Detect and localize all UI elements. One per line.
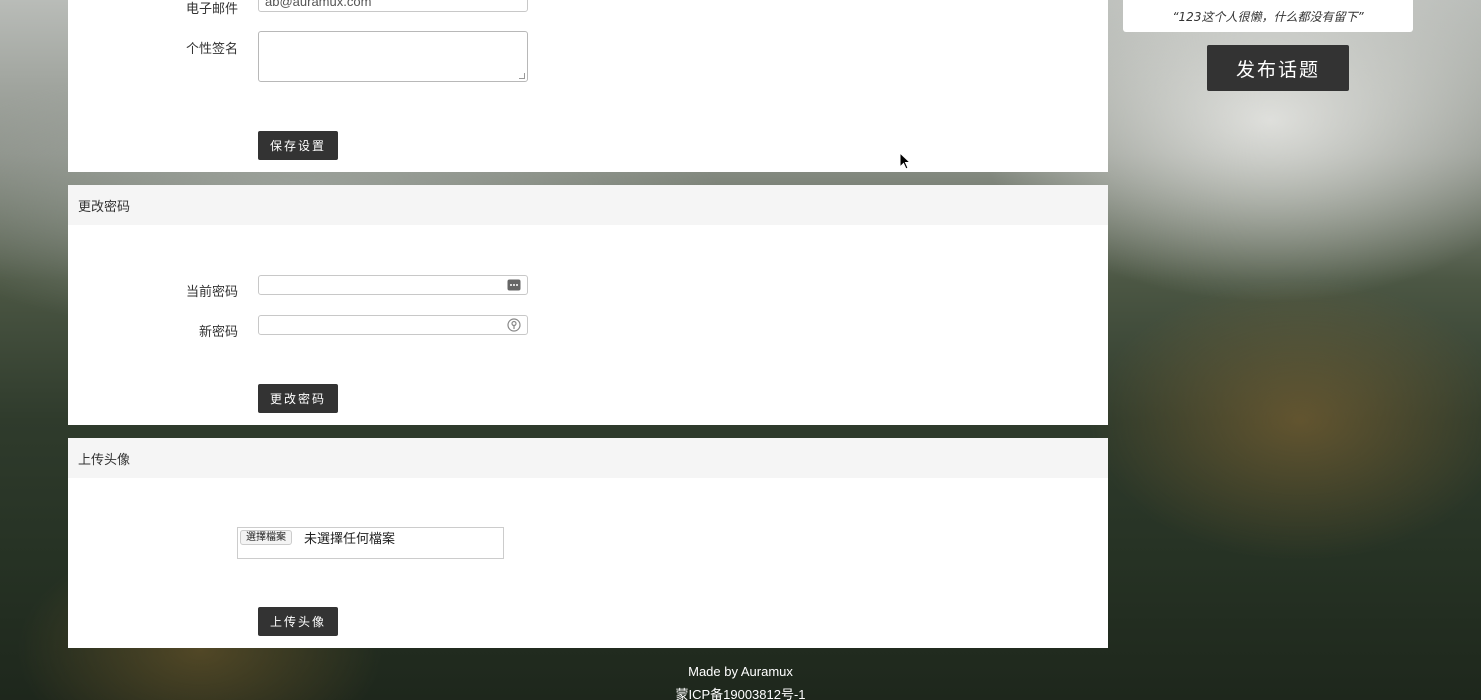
file-status-text: 未選擇任何檔案 <box>304 532 396 547</box>
change-password-panel: 更改密码 当前密码 新密码 更改密码 <box>68 185 1108 425</box>
new-password-label: 新密码 <box>198 325 238 340</box>
upload-avatar-button[interactable]: 上传头像 <box>258 607 339 636</box>
change-password-button[interactable]: 更改密码 <box>258 384 339 413</box>
mouse-cursor-icon <box>899 152 912 170</box>
signature-quote: “123这个人很懒，什么都没有留下” <box>1172 9 1364 24</box>
change-password-title: 更改密码 <box>78 199 131 215</box>
current-password-label: 当前密码 <box>185 285 238 300</box>
password-manager-icon[interactable] <box>507 278 521 292</box>
upload-avatar-panel: 上传头像 選擇檔案 未選擇任何檔案 上传头像 <box>68 438 1108 648</box>
profile-settings-panel: 电子邮件 ab@auramux.com 个性签名 保存设置 <box>68 0 1108 172</box>
email-label: 电子邮件 <box>185 2 238 17</box>
change-password-header: 更改密码 <box>68 185 1108 225</box>
choose-file-button[interactable]: 選擇檔案 <box>240 530 292 545</box>
signature-label: 个性签名 <box>185 42 238 57</box>
footer-icp[interactable]: 蒙ICP备19003812号-1 <box>0 684 1481 700</box>
new-password-field[interactable] <box>258 315 528 335</box>
save-settings-button[interactable]: 保存设置 <box>258 131 339 160</box>
resize-grip-icon[interactable] <box>519 73 525 79</box>
upload-avatar-header: 上传头像 <box>68 438 1108 478</box>
password-key-icon[interactable] <box>507 318 521 332</box>
signature-textarea[interactable] <box>258 31 528 82</box>
email-field[interactable]: ab@auramux.com <box>258 0 528 12</box>
publish-topic-button[interactable]: 发布话题 <box>1207 45 1349 91</box>
current-password-field[interactable] <box>258 275 528 295</box>
upload-avatar-title: 上传头像 <box>78 452 131 468</box>
user-signature-card: “123这个人很懒，什么都没有留下” <box>1123 0 1413 32</box>
avatar-file-input[interactable]: 選擇檔案 未選擇任何檔案 <box>237 527 504 559</box>
footer-made-by: Made by Auramux <box>688 664 793 679</box>
